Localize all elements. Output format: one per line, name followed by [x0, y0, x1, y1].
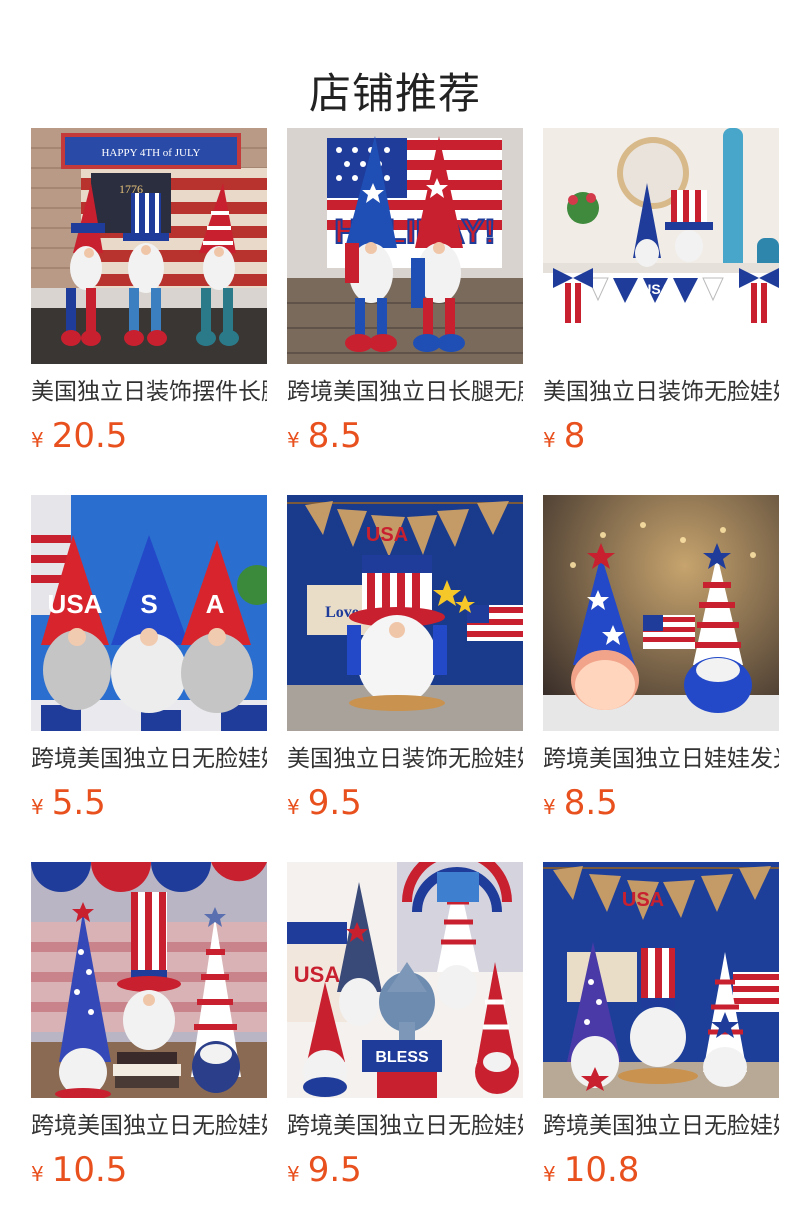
product-card[interactable]: USA 美国独立日装饰无脸娃娃摆件 ¥ 8	[543, 128, 779, 495]
currency-symbol: ¥	[31, 1162, 44, 1186]
product-name[interactable]: 美国独立日装饰无脸娃娃摆件	[287, 743, 523, 775]
product-name[interactable]: 跨境美国独立日无脸娃娃摆件	[543, 1110, 779, 1142]
product-price: 9.5	[307, 783, 362, 823]
banner-text: USA	[622, 889, 664, 911]
product-card[interactable]: HOLIDAY! 跨境美国独立日长腿无 ¥ 8.5	[287, 128, 523, 495]
product-image[interactable]: HOLIDAY!	[287, 128, 523, 364]
product-image[interactable]: USA BLESS	[287, 862, 523, 1098]
product-image[interactable]: USA S A	[31, 495, 267, 731]
currency-symbol: ¥	[287, 428, 300, 452]
product-price: 5.5	[51, 783, 106, 823]
price-line: ¥ 20.5	[31, 414, 267, 458]
currency-symbol: ¥	[31, 795, 44, 819]
product-name[interactable]: 美国独立日装饰无脸娃娃摆件	[543, 376, 779, 408]
price-line: ¥ 10.5	[31, 1148, 267, 1192]
product-price: 9.5	[307, 1150, 362, 1190]
price-line: ¥ 8.5	[287, 414, 523, 458]
price-line: ¥ 10.8	[543, 1148, 779, 1192]
product-price: 10.5	[51, 1150, 128, 1190]
product-card[interactable]: USA BLESS 跨境美国独立日无脸娃 ¥ 9.5	[287, 862, 523, 1229]
sign-text: USA	[294, 962, 341, 987]
product-grid: HAPPY 4TH of JULY 1776 美国独立日装饰摆件长 ¥ 20.5…	[31, 128, 779, 1229]
product-card[interactable]: USA Love 美国独立日装饰无脸娃娃摆件	[287, 495, 523, 862]
product-name[interactable]: 跨境美国独立日无脸娃娃摆件	[31, 743, 267, 775]
price-line: ¥ 8	[543, 414, 779, 458]
product-price: 8	[563, 416, 586, 456]
currency-symbol: ¥	[543, 1162, 556, 1186]
product-card[interactable]: 跨境美国独立日娃娃发光摆件 ¥ 8.5	[543, 495, 779, 862]
product-image[interactable]	[543, 495, 779, 731]
product-image[interactable]: USA	[543, 128, 779, 364]
product-image[interactable]: USA Love	[287, 495, 523, 731]
currency-symbol: ¥	[543, 428, 556, 452]
product-price: 20.5	[51, 416, 128, 456]
currency-symbol: ¥	[543, 795, 556, 819]
product-price: 8.5	[307, 416, 362, 456]
price-line: ¥ 9.5	[287, 781, 523, 825]
product-image[interactable]: HAPPY 4TH of JULY 1776	[31, 128, 267, 364]
product-name[interactable]: 跨境美国独立日长腿无脸娃娃装饰	[287, 376, 523, 408]
banner-text: USA	[48, 589, 103, 619]
section-title: 店铺推荐	[308, 69, 481, 119]
product-name[interactable]: 跨境美国独立日无脸娃娃摆件	[31, 1110, 267, 1142]
product-card[interactable]: HAPPY 4TH of JULY 1776 美国独立日装饰摆件长 ¥ 20.5	[31, 128, 267, 495]
price-line: ¥ 5.5	[31, 781, 267, 825]
product-image[interactable]: USA	[543, 862, 779, 1098]
banner-text: BLESS	[375, 1049, 429, 1066]
currency-symbol: ¥	[31, 428, 44, 452]
product-name[interactable]: 美国独立日装饰摆件长腿无脸侏儒娃娃	[31, 376, 267, 408]
banner-text: HAPPY 4TH of JULY	[101, 147, 200, 159]
product-name[interactable]: 跨境美国独立日无脸娃娃摆件	[287, 1110, 523, 1142]
currency-symbol: ¥	[287, 1162, 300, 1186]
currency-symbol: ¥	[287, 795, 300, 819]
product-card[interactable]: USA S A 跨境美国独立日无脸娃娃摆件 ¥ 5.5	[31, 495, 267, 862]
svg-text:S: S	[140, 589, 157, 619]
product-price: 8.5	[563, 783, 618, 823]
price-line: ¥ 8.5	[543, 781, 779, 825]
product-name[interactable]: 跨境美国独立日娃娃发光摆件	[543, 743, 779, 775]
price-line: ¥ 9.5	[287, 1148, 523, 1192]
product-card[interactable]: USA 跨境美国独立日无脸娃 ¥ 10.8	[543, 862, 779, 1229]
product-card[interactable]: 跨境美国独立日无脸娃娃摆件 ¥ 10.5	[31, 862, 267, 1229]
product-price: 10.8	[563, 1150, 640, 1190]
svg-text:A: A	[206, 589, 225, 619]
product-image[interactable]	[31, 862, 267, 1098]
banner-text: USA	[641, 281, 671, 297]
banner-text: USA	[366, 524, 408, 546]
